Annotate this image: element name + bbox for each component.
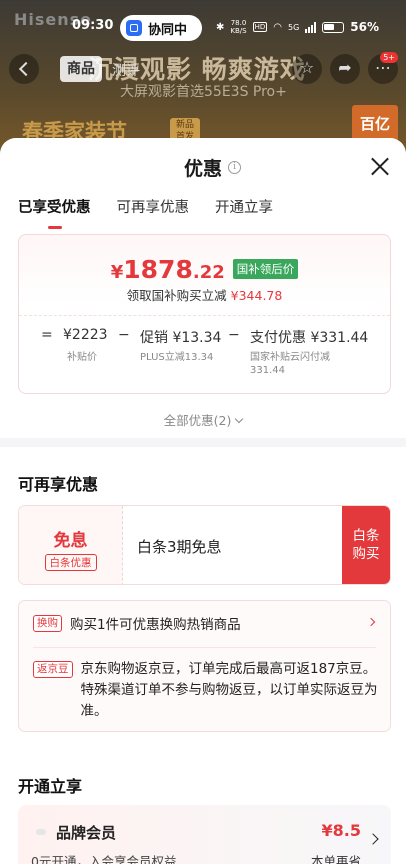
price-integer: 1878 xyxy=(123,255,193,284)
tab-more-available[interactable]: 可再享优惠 xyxy=(117,196,190,217)
interest-free-label: 免息 xyxy=(53,531,88,551)
price-currency: ¥ xyxy=(110,262,124,283)
trade-in-tag: 换购 xyxy=(33,614,62,632)
promo-divider xyxy=(33,647,376,648)
battery-percent: 56% xyxy=(350,20,380,34)
bluetooth-icon: ✱ xyxy=(216,21,225,33)
message-count-badge: 5+ xyxy=(380,52,398,63)
formula-minus-2: − xyxy=(228,327,240,343)
tab-open-now[interactable]: 开通立享 xyxy=(215,196,273,217)
trade-in-text: 购买1件可优惠换购热销商品 xyxy=(70,617,241,633)
formula-promo-value: 促销 ¥13.34 xyxy=(140,330,222,346)
network-speed: 78.0 KB/S xyxy=(230,19,246,35)
formula-minus-1: − xyxy=(118,327,130,343)
battery-icon xyxy=(322,21,345,33)
signal-icon xyxy=(305,21,317,33)
subsidy-price-tag: 国补领后价 xyxy=(232,259,299,279)
final-price-line: ¥1878.22 国补领后价 xyxy=(19,255,390,284)
formula-promo-note: PLUS立减13.34 xyxy=(140,352,214,363)
formula-pay-value: 支付优惠 ¥331.44 xyxy=(250,330,369,346)
jingdou-tag: 返京豆 xyxy=(33,661,73,678)
baitiao-offer-text: 白条3期免息 xyxy=(137,538,222,556)
collaboration-pill[interactable]: 协同中 xyxy=(120,15,202,41)
back-icon[interactable] xyxy=(9,54,39,84)
status-bar: 09:30 协同中 ✱ 78.0 KB/S HD ◠ 5G 56% xyxy=(0,15,406,41)
baitiao-left-panel: 免息 白条优惠 xyxy=(19,506,123,584)
tab-product[interactable]: 商品 xyxy=(60,56,102,82)
status-time: 09:30 xyxy=(72,18,114,33)
chevron-right-icon xyxy=(367,833,379,845)
product-nav-bar: 商品 测评 ☆ ➦ ⋯ 5+ xyxy=(0,52,406,86)
more-discounts-section: 可再享优惠 免息 白条优惠 白条3期免息 白条 购买 换购 购买1件可优惠换购热… xyxy=(0,447,406,747)
baitiao-offer-card[interactable]: 免息 白条优惠 白条3期免息 白条 购买 xyxy=(18,505,391,585)
tab-review[interactable]: 测评 xyxy=(112,60,140,80)
network-speed-value: 78.0 xyxy=(230,19,247,27)
final-price-card: ¥1878.22 国补领后价 领取国补购买立减 ¥344.78 = ¥2223 … xyxy=(18,234,391,394)
info-icon[interactable]: i xyxy=(228,161,242,174)
chevron-right-icon xyxy=(366,617,376,627)
member-desc: 0元开通，入会享会员权益 xyxy=(31,854,177,864)
nav-actions: ☆ ➦ ⋯ 5+ xyxy=(292,52,398,84)
more-discounts-title: 可再享优惠 xyxy=(18,475,99,494)
collaboration-label: 协同中 xyxy=(148,22,188,38)
promotion-list-card: 换购 购买1件可优惠换购热销商品 返京豆 京东购物返京豆，订单完成后最高可返18… xyxy=(18,600,391,732)
collaboration-icon xyxy=(126,20,142,36)
formula-equals: = xyxy=(41,327,53,343)
sheet-title-group: 优惠 i xyxy=(184,154,242,181)
brand-member-card[interactable]: 品牌会员 0元开通，入会享会员权益 ¥8.5 本单再省 xyxy=(18,805,391,864)
status-icons: ✱ 78.0 KB/S HD ◠ 5G 56% xyxy=(216,19,379,35)
member-price: ¥8.5 xyxy=(321,821,361,840)
member-title: 品牌会员 xyxy=(56,824,117,842)
jingdou-promo-row: 返京豆 京东购物返京豆，订单完成后最高可返187京豆。特殊渠道订单不参与购物返豆… xyxy=(33,659,380,722)
price-formula: = ¥2223 补贴价 − 促销 ¥13.34 PLUS立减13.34 − 支付… xyxy=(19,327,392,387)
open-now-section: 开通立享 品牌会员 0元开通，入会享会员权益 ¥8.5 本单再省 xyxy=(0,747,406,864)
close-button[interactable] xyxy=(370,156,390,176)
saving-amount: ¥344.78 xyxy=(230,288,283,303)
formula-base-note: 补贴价 xyxy=(67,352,97,363)
share-icon[interactable]: ➦ xyxy=(330,54,360,84)
network-speed-unit: KB/S xyxy=(230,27,247,35)
final-price: ¥1878.22 xyxy=(111,255,225,284)
chevron-down-icon xyxy=(235,414,244,424)
member-save-label: 本单再省 xyxy=(310,854,361,864)
all-discounts-label: 全部优惠(2) xyxy=(163,413,232,428)
price-saving-line: 领取国补购买立减 ¥344.78 xyxy=(19,285,390,304)
hd-icon: HD xyxy=(252,22,268,32)
formula-base-value: ¥2223 xyxy=(63,327,108,343)
all-discounts-toggle[interactable]: 全部优惠(2) xyxy=(0,410,406,429)
trade-in-promo-row[interactable]: 换购 购买1件可优惠换购热销商品 xyxy=(33,613,376,633)
price-divider xyxy=(19,315,390,316)
signal-type: 5G xyxy=(287,22,300,32)
formula-pay-note: 国家补贴云闪付减331.44 xyxy=(250,352,330,376)
discount-tabs: 已享受优惠 可再享优惠 开通立享 xyxy=(18,196,273,229)
sheet-title: 优惠 xyxy=(184,158,223,180)
wifi-icon: ◠ xyxy=(273,21,282,33)
jingdou-text: 京东购物返京豆，订单完成后最高可返187京豆。特殊渠道订单不参与购物返豆，以订单… xyxy=(80,661,378,719)
tab-enjoyed[interactable]: 已享受优惠 xyxy=(18,196,91,229)
sheet-header-area: 优惠 i 已享受优惠 可再享优惠 开通立享 ¥1878.22 国补领后价 领取国… xyxy=(0,138,406,438)
baitiao-tag: 白条优惠 xyxy=(44,554,97,571)
discount-sheet: 优惠 i 已享受优惠 可再享优惠 开通立享 ¥1878.22 国补领后价 领取国… xyxy=(0,138,406,864)
more-icon[interactable]: ⋯ 5+ xyxy=(368,52,398,84)
favorite-star-icon[interactable]: ☆ xyxy=(292,54,322,84)
member-icon xyxy=(36,829,46,835)
saving-label: 领取国补购买立减 xyxy=(126,288,227,303)
price-decimal: .22 xyxy=(192,262,225,283)
open-now-title: 开通立享 xyxy=(18,777,83,796)
baitiao-buy-button[interactable]: 白条 购买 xyxy=(342,506,390,584)
